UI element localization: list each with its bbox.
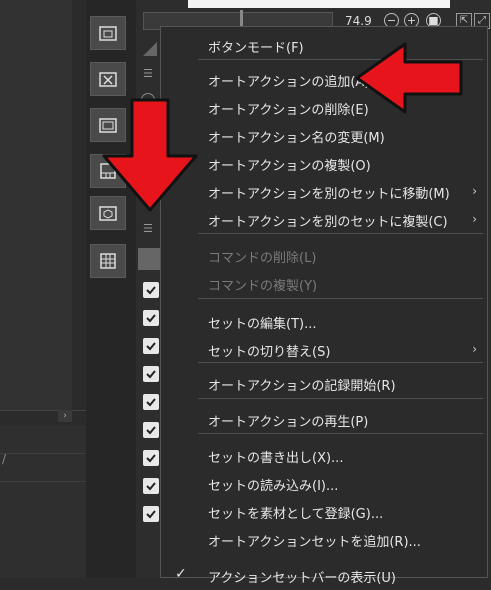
menu-item: コマンドの複製(Y) — [161, 270, 487, 298]
checkmark-icon — [146, 398, 156, 407]
canvas-horizontal-scrollbar[interactable] — [0, 410, 86, 425]
menu-item-label: オートアクションの複製(O) — [208, 159, 371, 174]
lower-panel — [0, 425, 86, 578]
menu-item-label: セットの切り替え(S) — [208, 345, 331, 360]
action-checkbox[interactable] — [143, 506, 159, 522]
menu-item[interactable]: オートアクションを別のセットに移動(M) › — [161, 178, 487, 206]
preview-strip — [188, 0, 450, 8]
menu-item-label: オートアクションを別のセットに複製(C) — [208, 215, 448, 230]
menu-item: コマンドの削除(L) — [161, 242, 487, 270]
menu-item[interactable]: オートアクションの記録開始(R) — [161, 370, 487, 398]
menu-item[interactable]: セットの編集(T)... — [161, 308, 487, 336]
panel-menu-icon[interactable]: ☰ — [143, 222, 153, 235]
action-checkbox[interactable] — [143, 422, 159, 438]
grid-button[interactable] — [90, 244, 126, 278]
menu-item-label: セットの書き出し(X)... — [208, 451, 344, 466]
folder-tools-icon — [99, 72, 117, 87]
menu-item[interactable]: オートアクションを別のセットに複製(C) › — [161, 206, 487, 234]
menu-item-label: オートアクションセットを追加(R)... — [208, 535, 421, 550]
action-checkbox[interactable] — [143, 394, 159, 410]
checkmark-icon — [146, 426, 156, 435]
menu-separator — [198, 233, 483, 234]
checkmark-icon — [146, 342, 156, 351]
menu-item-label: ボタンモード(F) — [208, 41, 304, 56]
menu-item[interactable]: セットの書き出し(X)... — [161, 442, 487, 470]
canvas-vertical-scrollbar[interactable] — [72, 0, 86, 410]
checkmark-icon — [146, 510, 156, 519]
menu-item[interactable]: オートアクションの複製(O) — [161, 150, 487, 178]
tool-column — [86, 0, 136, 578]
action-set-tab[interactable] — [138, 248, 160, 270]
menu-item-label: オートアクションを別のセットに移動(M) — [208, 187, 450, 202]
menu-item-label: オートアクションの削除(E) — [208, 103, 369, 118]
action-checkbox[interactable] — [143, 310, 159, 326]
panel-menu-icon[interactable]: ☰ — [143, 67, 153, 80]
action-checkbox[interactable] — [143, 478, 159, 494]
menu-separator — [198, 433, 483, 434]
menu-item-label: オートアクションの再生(P) — [208, 415, 369, 430]
menu-item-label: オートアクション名の変更(M) — [208, 131, 385, 146]
scroll-right-arrow-icon[interactable]: › — [58, 410, 72, 422]
menu-item-label: オートアクションの追加(A) — [208, 75, 370, 90]
action-checkbox[interactable] — [143, 338, 159, 354]
menu-item-label: セットの読み込み(I)... — [208, 479, 339, 494]
action-checkbox[interactable] — [143, 366, 159, 382]
red-arrow-left-icon — [355, 42, 463, 114]
action-checkbox[interactable] — [143, 282, 159, 298]
submenu-arrow-icon: › — [472, 184, 477, 198]
submenu-arrow-icon: › — [472, 212, 477, 226]
menu-item-label: セットの編集(T)... — [208, 317, 317, 332]
grid-icon — [100, 253, 116, 269]
checkmark-icon: ✓ — [175, 566, 187, 582]
menu-item-label: コマンドの削除(L) — [208, 251, 317, 266]
slash-glyph: / — [2, 452, 7, 466]
checkmark-icon — [146, 370, 156, 379]
menu-item-label: アクションセットバーの表示(U) — [208, 571, 397, 586]
menu-item-label: コマンドの複製(Y) — [208, 279, 318, 294]
menu-separator — [198, 362, 483, 363]
menu-item[interactable]: ✓ アクションセットバーの表示(U) — [161, 562, 487, 590]
menu-item-label: オートアクションの記録開始(R) — [208, 379, 396, 394]
menu-separator — [198, 298, 483, 299]
action-checkbox[interactable] — [143, 450, 159, 466]
menu-item[interactable]: セットの読み込み(I)... — [161, 470, 487, 498]
menu-item[interactable]: オートアクション名の変更(M) — [161, 122, 487, 150]
canvas-area[interactable] — [0, 0, 72, 410]
submenu-arrow-icon: › — [472, 342, 477, 356]
folder-tools-button[interactable] — [90, 62, 126, 96]
checkmark-icon — [146, 482, 156, 491]
menu-item[interactable]: セットの切り替え(S) › — [161, 336, 487, 364]
folder-layout-button[interactable] — [90, 16, 126, 50]
triangle-icon — [143, 42, 157, 56]
checkmark-icon — [146, 454, 156, 463]
menu-item-label: セットを素材として登録(G)... — [208, 507, 384, 522]
checkmark-icon — [146, 286, 156, 295]
menu-item[interactable]: セットを素材として登録(G)... — [161, 498, 487, 526]
menu-separator — [198, 398, 483, 399]
menu-item[interactable]: オートアクションセットを追加(R)... — [161, 526, 487, 554]
red-arrow-down-icon — [102, 98, 198, 212]
folder-layout-icon — [99, 26, 117, 41]
checkmark-icon — [146, 314, 156, 323]
menu-item[interactable]: オートアクションの再生(P) — [161, 406, 487, 434]
